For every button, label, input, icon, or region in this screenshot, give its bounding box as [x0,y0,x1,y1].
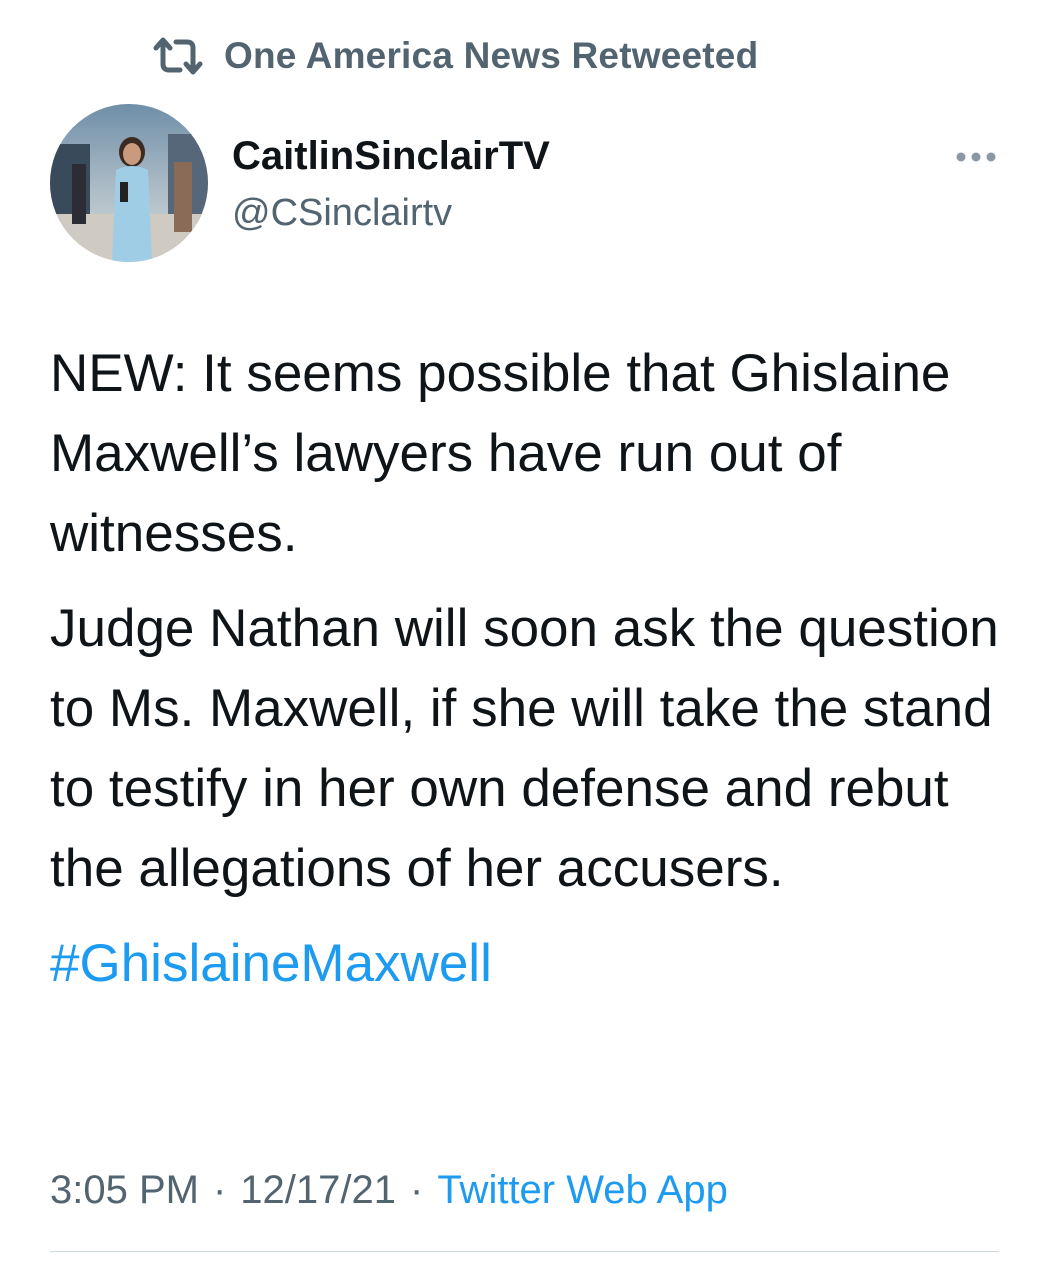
more-options-icon [955,150,997,164]
avatar[interactable] [50,104,208,262]
tweet-date[interactable]: 12/17/21 [240,1160,396,1220]
tweet-paragraph: Judge Nathan will soon ask the question … [50,599,999,898]
retweet-banner-text: One America News Retweeted [224,35,759,76]
meta-separator: · [410,1168,424,1212]
tweet-time[interactable]: 3:05 PM [50,1160,199,1220]
divider [50,1251,999,1252]
more-options-button[interactable] [951,140,1001,174]
tweet-text: NEW: It seems possible that Ghislaine Ma… [50,334,1010,1019]
tweet-source-link[interactable]: Twitter Web App [437,1160,728,1220]
meta-separator: · [212,1168,227,1212]
retweet-icon [150,34,206,78]
hashtag-link[interactable]: #GhislaineMaxwell [50,924,492,1004]
author-handle[interactable]: @CSinclairtv [232,190,452,236]
author-display-name[interactable]: CaitlinSinclairTV [232,132,550,180]
profile-photo [50,104,208,262]
retweet-banner[interactable]: One America News Retweeted [150,30,758,82]
tweet-paragraph: NEW: It seems possible that Ghislaine Ma… [50,344,951,563]
tweet-metadata: 3:05 PM · 12/17/21 · Twitter Web App [50,1160,728,1220]
